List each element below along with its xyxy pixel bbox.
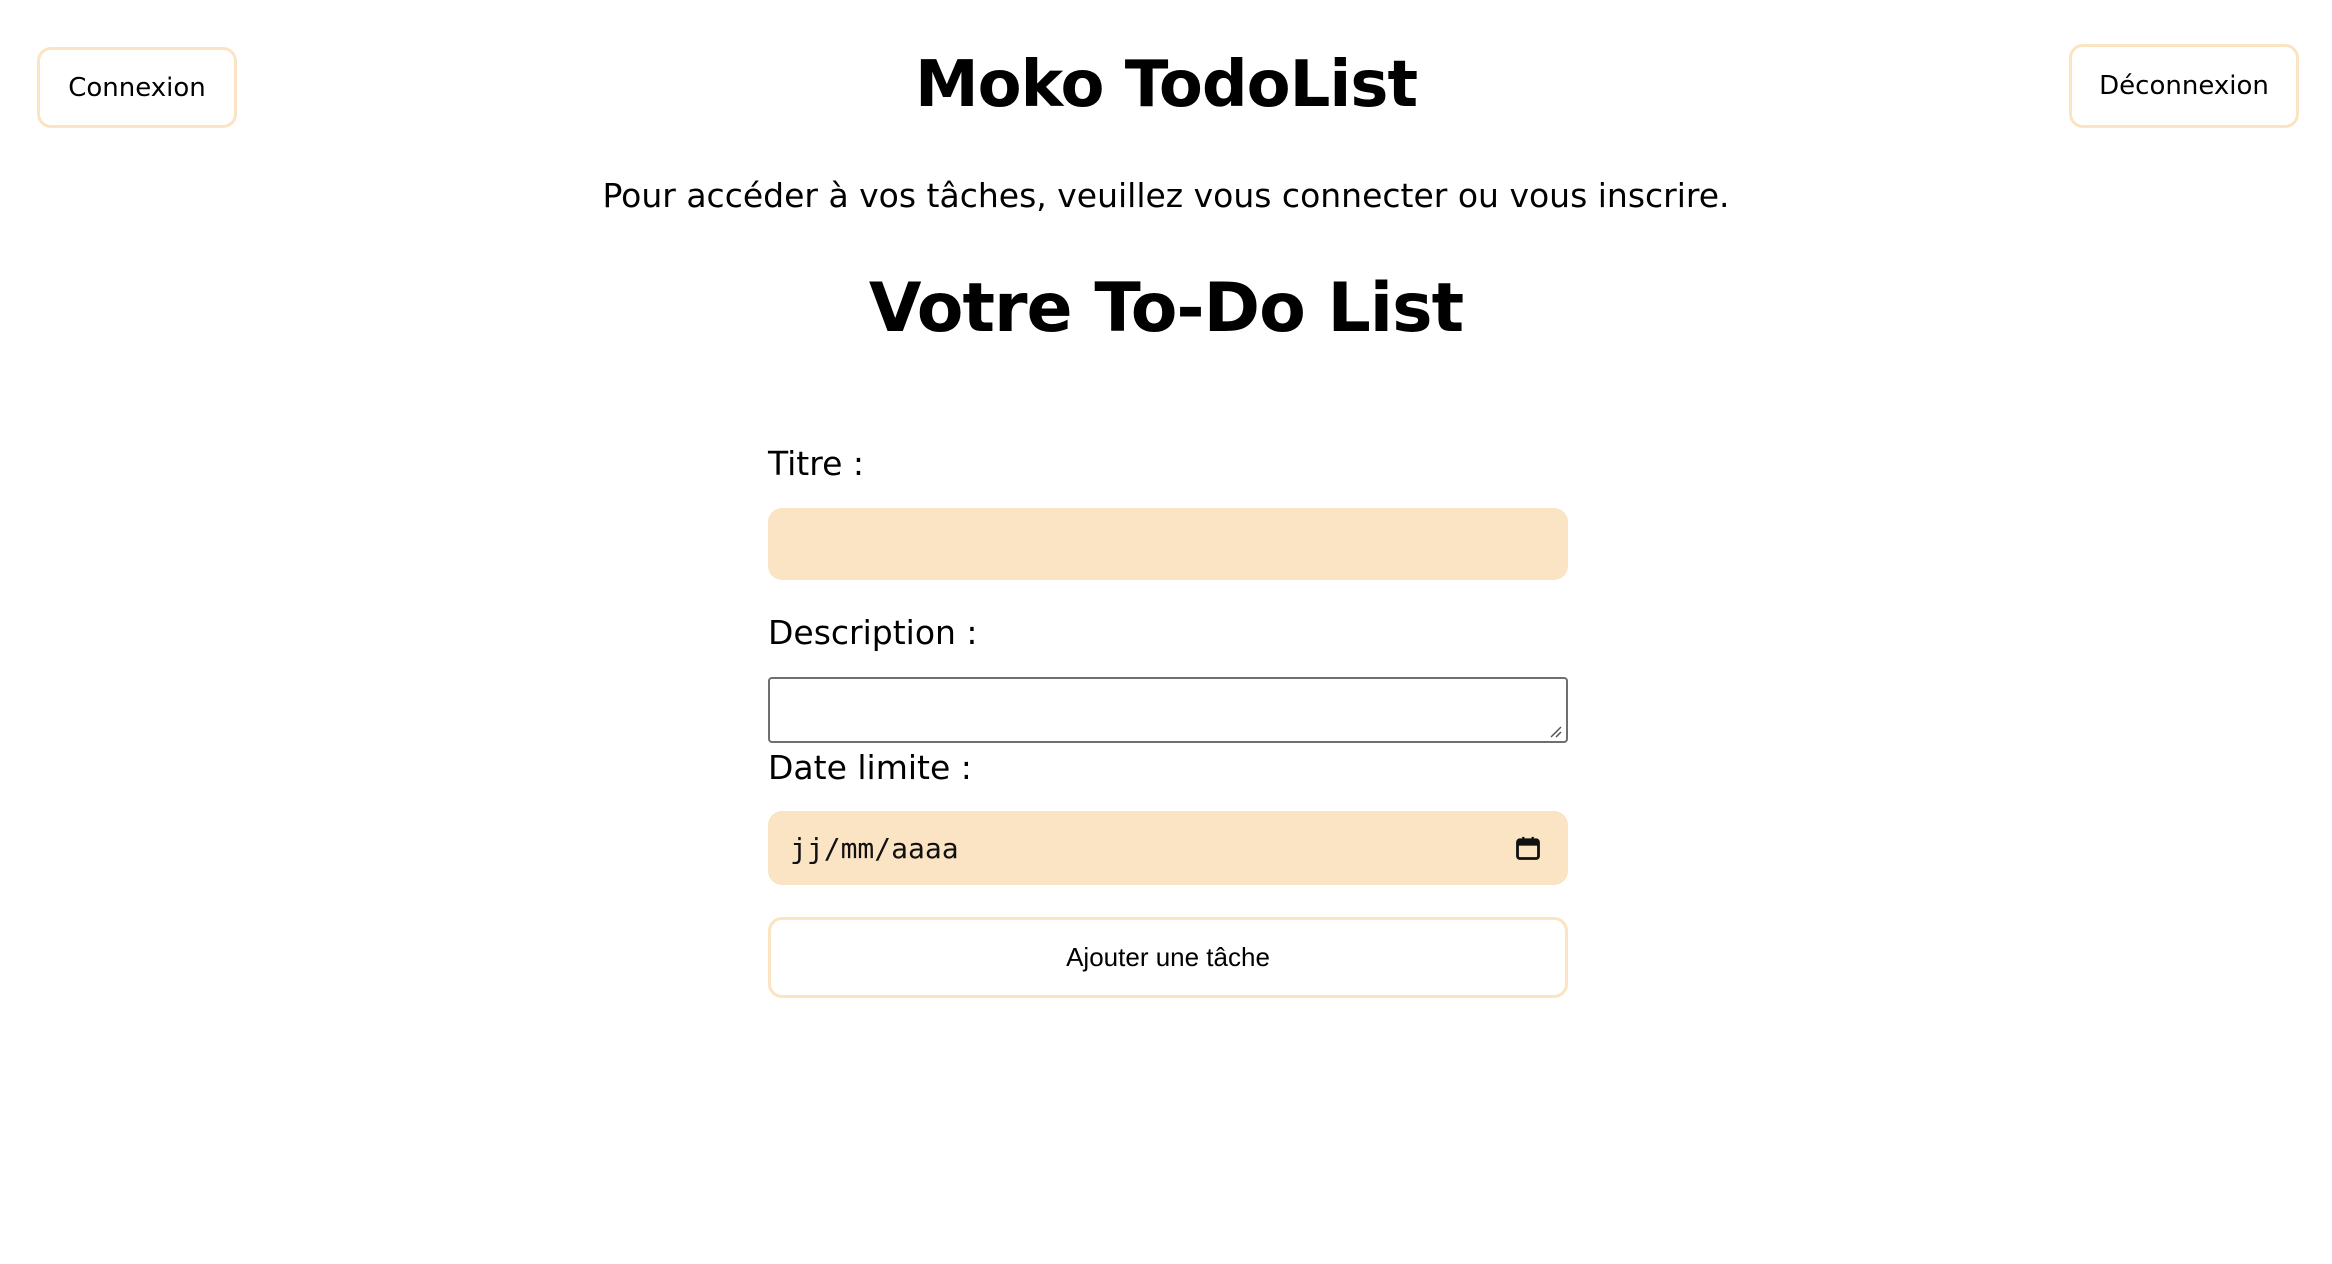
list-title: Votre To-Do List <box>868 269 1464 348</box>
calendar-icon[interactable] <box>1514 834 1542 862</box>
resize-grip-icon[interactable] <box>1548 724 1562 738</box>
page: Connexion Moko TodoList Déconnexion Pour… <box>0 0 2332 1264</box>
description-textarea[interactable] <box>768 677 1568 743</box>
description-label: Description : <box>768 613 978 652</box>
due-date-label: Date limite : <box>768 748 972 787</box>
logout-button[interactable]: Déconnexion <box>2069 44 2299 128</box>
title-input[interactable] <box>768 508 1568 580</box>
intro-text: Pour accéder à vos tâches, veuillez vous… <box>602 176 1730 215</box>
app-title: Moko TodoList <box>914 48 1418 122</box>
due-date-placeholder: jj/mm/aaaa <box>790 831 959 865</box>
title-label: Titre : <box>768 444 865 483</box>
due-date-input[interactable]: jj/mm/aaaa <box>768 811 1568 885</box>
add-task-button[interactable]: Ajouter une tâche <box>768 917 1568 998</box>
